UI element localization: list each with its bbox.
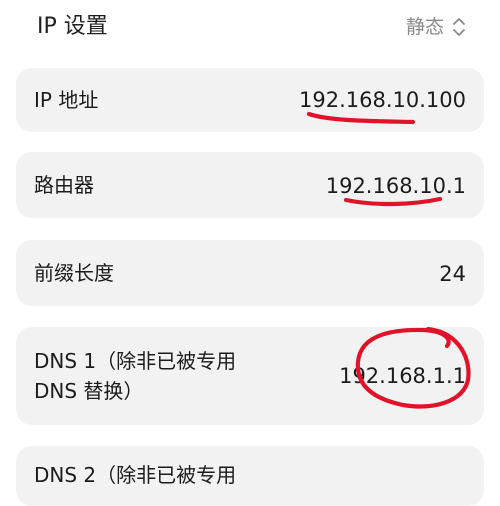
dns1-label-line2: DNS 替换）	[34, 379, 144, 403]
prefix-length-label: 前缀长度	[34, 261, 114, 285]
ip-address-value[interactable]: 192.168.10.100	[299, 85, 466, 115]
ip-mode-value: 静态	[405, 16, 444, 38]
dns1-label-line1: DNS 1（除非已被专用	[34, 349, 237, 373]
dns2-label: DNS 2（除非已被专用	[34, 460, 236, 490]
ip-settings-title: IP 设置	[37, 14, 108, 39]
dns1-value[interactable]: 192.168.1.1	[339, 361, 466, 391]
dns1-label: DNS 1（除非已被专用 DNS 替换）	[34, 346, 236, 406]
ip-address-label: IP 地址	[34, 88, 99, 112]
dns2-field[interactable]: DNS 2（除非已被专用	[16, 446, 484, 506]
prefix-length-value[interactable]: 24	[439, 259, 466, 289]
ip-settings-header: IP 设置 静态	[0, 0, 500, 55]
ip-address-field[interactable]: IP 地址 192.168.10.100	[16, 68, 484, 132]
dns2-label-line1: DNS 2（除非已被专用	[34, 463, 237, 487]
prefix-length-field[interactable]: 前缀长度 24	[16, 240, 484, 306]
router-label: 路由器	[34, 173, 94, 197]
chevron-up-down-icon	[453, 18, 465, 36]
ip-mode-selector[interactable]: 静态	[406, 13, 466, 41]
router-field[interactable]: 路由器 192.168.10.1	[16, 152, 484, 218]
dns1-field[interactable]: DNS 1（除非已被专用 DNS 替换） 192.168.1.1	[16, 327, 484, 425]
router-value[interactable]: 192.168.10.1	[326, 171, 466, 201]
